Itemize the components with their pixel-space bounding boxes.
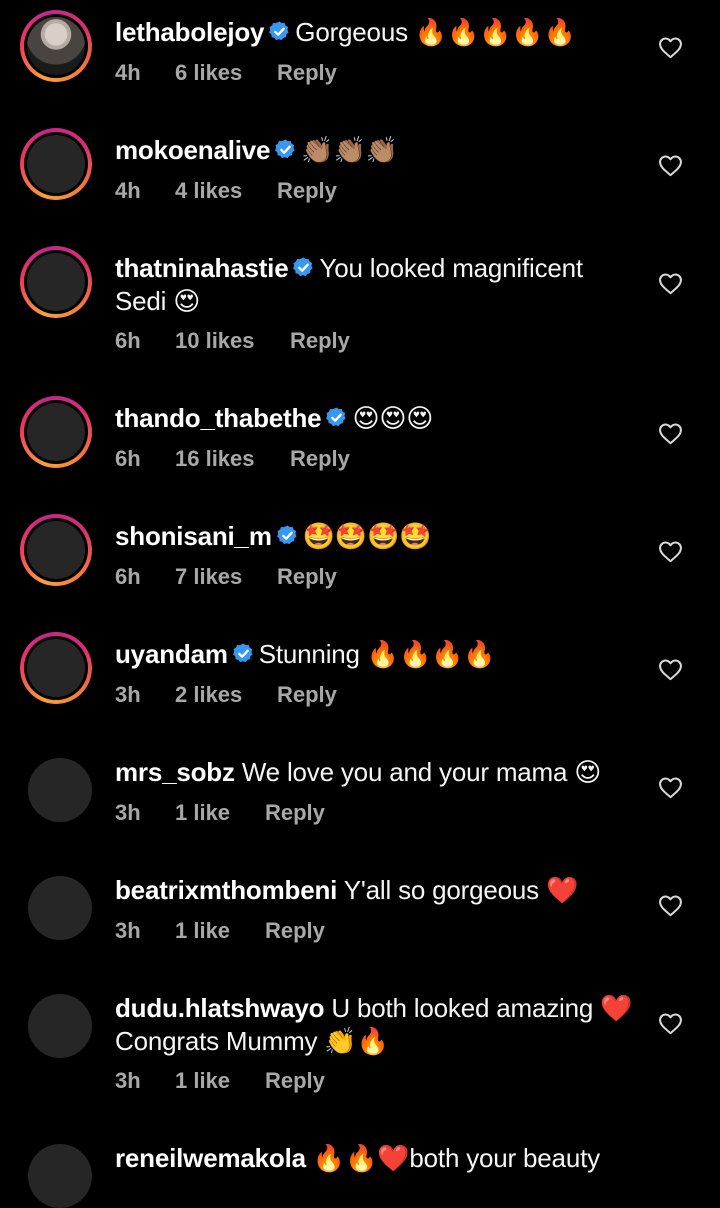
comment-timestamp: 4h (115, 60, 141, 85)
avatar[interactable] (20, 128, 92, 200)
avatar[interactable] (28, 994, 92, 1058)
comment-username[interactable]: lethabolejoy (115, 17, 264, 47)
comment-username[interactable]: thatninahastie (115, 253, 289, 283)
comment-text-block: beatrixmthombeni Y'all so gorgeous ❤️ (115, 874, 635, 907)
heart-icon[interactable] (658, 894, 683, 917)
comment-likes-count[interactable]: 7 likes (175, 563, 242, 591)
reply-button[interactable]: Reply (265, 799, 325, 827)
comment-username[interactable]: thando_thabethe (115, 403, 322, 433)
comment-text-block: lethabolejoy Gorgeous 🔥🔥🔥🔥🔥 (115, 16, 635, 49)
comment-likes-count[interactable]: 10 likes (175, 327, 255, 355)
comment-timestamp: 6h (115, 446, 141, 471)
comment-body: Stunning 🔥🔥🔥🔥 (258, 639, 496, 669)
reply-button[interactable]: Reply (277, 59, 337, 87)
reply-button[interactable]: Reply (290, 327, 350, 355)
reply-button[interactable]: Reply (277, 681, 337, 709)
verified-badge-icon (275, 139, 295, 159)
comment-likes-count[interactable]: 1 like (175, 799, 230, 827)
avatar[interactable] (20, 246, 92, 318)
heart-icon[interactable] (658, 658, 683, 681)
verified-badge-icon (232, 643, 253, 663)
comment-body: 🤩🤩🤩🤩 (302, 521, 432, 551)
heart-icon[interactable] (658, 422, 683, 445)
avatar[interactable] (28, 758, 92, 822)
verified-badge-icon (269, 21, 289, 41)
comment-body: 👏🏽👏🏽👏🏽 (301, 135, 398, 165)
comment-username[interactable]: dudu.hlatshwayo (115, 993, 325, 1023)
reply-button[interactable]: Reply (277, 563, 337, 591)
heart-icon[interactable] (658, 540, 683, 563)
comment-body: We love you and your mama 😍 (241, 757, 602, 787)
comment-likes-count[interactable]: 16 likes (175, 445, 255, 473)
comment-timestamp: 3h (115, 800, 141, 825)
comment-body: 🔥🔥❤️both your beauty (312, 1143, 600, 1173)
comment-text-block: dudu.hlatshwayo U both looked amazing ❤️… (115, 992, 635, 1058)
reply-button[interactable]: Reply (277, 177, 337, 205)
reply-button[interactable]: Reply (290, 445, 350, 473)
heart-icon[interactable] (658, 36, 683, 59)
comment-likes-count[interactable]: 1 like (175, 917, 230, 945)
avatar[interactable] (20, 396, 92, 468)
reply-button[interactable]: Reply (265, 1067, 325, 1095)
avatar[interactable] (20, 632, 92, 704)
comment-timestamp: 6h (115, 328, 141, 353)
comment-username[interactable]: uyandam (115, 639, 228, 669)
comment-timestamp: 4h (115, 178, 141, 203)
comment-text-block: mrs_sobz We love you and your mama 😍 (115, 756, 635, 789)
comment-body: Gorgeous 🔥🔥🔥🔥🔥 (295, 17, 576, 47)
heart-icon[interactable] (658, 272, 683, 295)
heart-icon[interactable] (658, 154, 683, 177)
comment-likes-count[interactable]: 1 like (175, 1067, 230, 1095)
comment-text-block: thando_thabethe 😍😍😍 (115, 402, 635, 435)
comment-username[interactable]: mokoenalive (115, 135, 271, 165)
comment-username[interactable]: shonisani_m (115, 521, 272, 551)
comment-text-block: thatninahastie You looked magnificent Sed… (115, 252, 635, 318)
heart-icon[interactable] (658, 1012, 683, 1035)
comment-timestamp: 3h (115, 918, 141, 943)
avatar[interactable] (28, 1144, 92, 1208)
verified-badge-icon (293, 257, 314, 277)
reply-button[interactable]: Reply (265, 917, 325, 945)
comment-body: Y'all so gorgeous ❤️ (343, 875, 579, 905)
comment-likes-count[interactable]: 4 likes (175, 177, 242, 205)
verified-badge-icon (326, 407, 347, 427)
comment-text-block: reneilwemakola 🔥🔥❤️both your beauty (115, 1142, 635, 1175)
avatar[interactable] (20, 514, 92, 586)
comment-body: 😍😍😍 (352, 403, 434, 433)
avatar[interactable] (20, 10, 92, 82)
comment-text-block: mokoenalive 👏🏽👏🏽👏🏽 (115, 134, 635, 167)
heart-icon[interactable] (658, 776, 683, 799)
verified-badge-icon (276, 525, 297, 545)
comment-username[interactable]: mrs_sobz (115, 757, 235, 787)
comment-username[interactable]: beatrixmthombeni (115, 875, 337, 905)
comment-timestamp: 3h (115, 1068, 141, 1093)
avatar[interactable] (28, 876, 92, 940)
comment-timestamp: 3h (115, 682, 141, 707)
comment-likes-count[interactable]: 6 likes (175, 59, 242, 87)
comment-likes-count[interactable]: 2 likes (175, 681, 242, 709)
comment-username[interactable]: reneilwemakola (115, 1143, 306, 1173)
comment-text-block: uyandam Stunning 🔥🔥🔥🔥 (115, 638, 635, 671)
comment-text-block: shonisani_m 🤩🤩🤩🤩 (115, 520, 635, 553)
comment-timestamp: 6h (115, 564, 141, 589)
